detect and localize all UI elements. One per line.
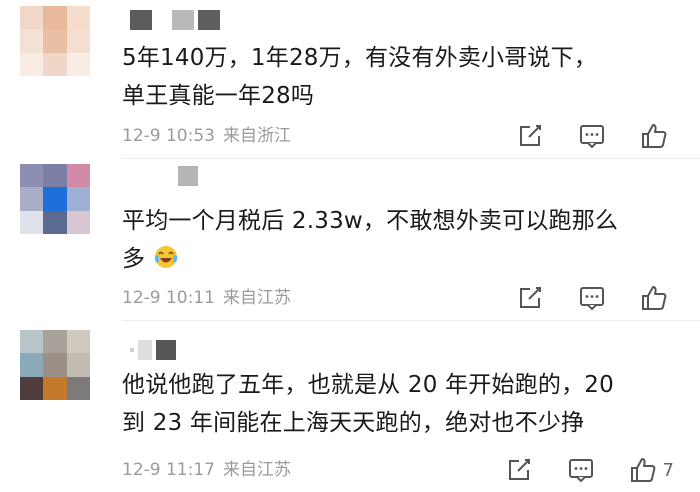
comment-actions [516, 119, 674, 153]
avatar[interactable] [20, 164, 90, 234]
comment-text: 平均一个月税后 2.33w，不敢想外卖可以跑那么 多 [122, 202, 682, 278]
comment-text-line: 平均一个月税后 2.33w，不敢想外卖可以跑那么 [122, 208, 619, 234]
reply-icon [568, 459, 593, 483]
crying-laughing-emoji [154, 246, 177, 268]
comment-text-line: 他说他跑了五年，也就是从 20 年开始跑的，20 [122, 372, 614, 398]
avatar[interactable] [20, 330, 90, 400]
thumbs-up-icon [630, 458, 655, 482]
reply-icon [580, 287, 604, 311]
reply-button[interactable] [578, 284, 606, 312]
share-icon [520, 287, 541, 308]
like-button[interactable]: 7 [629, 456, 674, 484]
username-blurred[interactable] [130, 340, 176, 360]
username-blurred[interactable] [178, 166, 198, 186]
comment-date: 12-9 11:17 [122, 460, 215, 480]
comment-text-line: 5年140万，1年28万，有没有外卖小哥说下， [122, 45, 598, 71]
comment-text: 他说他跑了五年，也就是从 20 年开始跑的，20 到 23 年间能在上海天天跑的… [122, 366, 682, 442]
comment-text-line: 单王真能一年28吗 [122, 83, 315, 109]
divider [122, 158, 700, 159]
comment-date: 12-9 10:11 [122, 288, 215, 308]
comment-meta: 12-9 10:53 来自浙江 [122, 124, 291, 148]
comment-location: 来自江苏 [222, 288, 291, 308]
comment-text-line: 到 23 年间能在上海天天跑的，绝对也不少挣 [122, 410, 585, 436]
comment-actions [516, 281, 674, 315]
thumbs-up-icon [642, 286, 667, 310]
comment-text-span: 多 [122, 246, 146, 272]
reply-icon [580, 125, 604, 149]
like-button[interactable] [640, 284, 674, 312]
share-icon [508, 459, 530, 480]
share-button[interactable] [505, 456, 533, 484]
comment-location: 来自江苏 [222, 460, 291, 480]
share-button[interactable] [516, 284, 544, 312]
comment-location: 来自浙江 [222, 126, 291, 146]
comment-date: 12-9 10:53 [122, 126, 215, 146]
avatar[interactable] [20, 6, 90, 76]
thumbs-up-icon [642, 124, 667, 148]
share-icon [520, 125, 541, 146]
reply-button[interactable] [567, 456, 595, 484]
comment-actions: 7 [505, 453, 674, 487]
comment-text: 5年140万，1年28万，有没有外卖小哥说下， 单王真能一年28吗 [122, 39, 682, 115]
like-button[interactable] [640, 122, 674, 150]
like-count: 7 [662, 459, 674, 481]
comment-meta: 12-9 11:17 来自江苏 [122, 458, 291, 482]
comment-meta: 12-9 10:11 来自江苏 [122, 286, 291, 310]
comment-text-line: 多 [122, 240, 682, 278]
divider [122, 320, 700, 321]
share-button[interactable] [516, 122, 544, 150]
username-blurred[interactable] [130, 10, 220, 30]
reply-button[interactable] [578, 122, 606, 150]
